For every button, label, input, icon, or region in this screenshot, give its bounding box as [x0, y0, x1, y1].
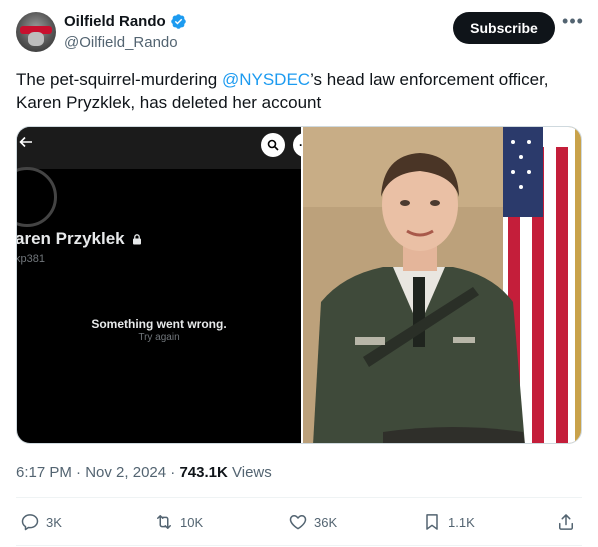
author-avatar[interactable] — [16, 12, 56, 52]
like-button[interactable]: 36K — [288, 505, 337, 539]
media-image-right[interactable] — [303, 127, 581, 443]
share-button[interactable] — [556, 505, 576, 539]
repost-button[interactable]: 10K — [154, 505, 203, 539]
media-image-left[interactable]: ··· aren Przyklek kp381 Something went w… — [16, 127, 317, 443]
tweet-date[interactable]: Nov 2, 2024 — [85, 464, 166, 481]
mention-link[interactable]: @NYSDEC — [222, 70, 310, 89]
profile-picture-placeholder — [17, 167, 57, 227]
repost-icon — [157, 515, 171, 529]
like-count: 36K — [314, 514, 338, 530]
views-label: Views — [232, 464, 272, 481]
divider-bottom — [16, 545, 582, 546]
more-horizontal-icon[interactable]: ••• — [562, 12, 584, 38]
portrait-photo — [303, 127, 581, 443]
try-again-link: Try again — [138, 332, 180, 343]
author-display-name[interactable]: Oilfield Rando — [64, 13, 166, 30]
divider-top — [16, 497, 582, 498]
screenshot-profile-name-text: aren Przyklek — [16, 229, 125, 248]
action-bar: 3K 10K 36K 1.1K — [16, 505, 582, 539]
author-handle[interactable]: @Oilfield_Rando — [64, 34, 178, 51]
search-icon — [261, 133, 285, 157]
tweet-time[interactable]: 6:17 PM — [16, 464, 72, 481]
bookmark-button[interactable]: 1.1K — [422, 505, 475, 539]
screenshot-topbar — [17, 127, 301, 169]
reply-icon — [21, 514, 39, 531]
heart-icon — [289, 515, 307, 530]
views-count: 743.1K — [179, 464, 228, 481]
author-name-row: Oilfield Rando — [64, 13, 187, 30]
avatar-face — [28, 32, 44, 46]
repost-count: 10K — [180, 514, 204, 530]
subscribe-button[interactable]: Subscribe — [453, 12, 555, 44]
timestamp-separator: · — [76, 464, 86, 481]
error-message: Something went wrong. — [91, 317, 227, 331]
tweet-timestamp: 6:17 PM · Nov 2, 2024 · 743.1K Views — [16, 464, 272, 481]
tweet-text: The pet-squirrel-murdering @NYSDEC’s hea… — [16, 68, 586, 114]
media-grid: ··· aren Przyklek kp381 Something went w… — [16, 126, 582, 444]
tweet-text-before: The pet-squirrel-murdering — [16, 70, 222, 89]
screenshot-profile-handle: kp381 — [16, 253, 45, 265]
reply-count: 3K — [46, 514, 62, 530]
share-icon — [559, 514, 573, 530]
screenshot-profile-name: aren Przyklek — [16, 229, 142, 249]
bookmark-count: 1.1K — [448, 514, 475, 530]
lock-icon — [133, 234, 142, 245]
verified-badge-icon — [170, 14, 186, 29]
back-arrow-icon — [19, 135, 33, 154]
bookmark-icon — [426, 514, 438, 530]
reply-button[interactable]: 3K — [20, 505, 62, 539]
